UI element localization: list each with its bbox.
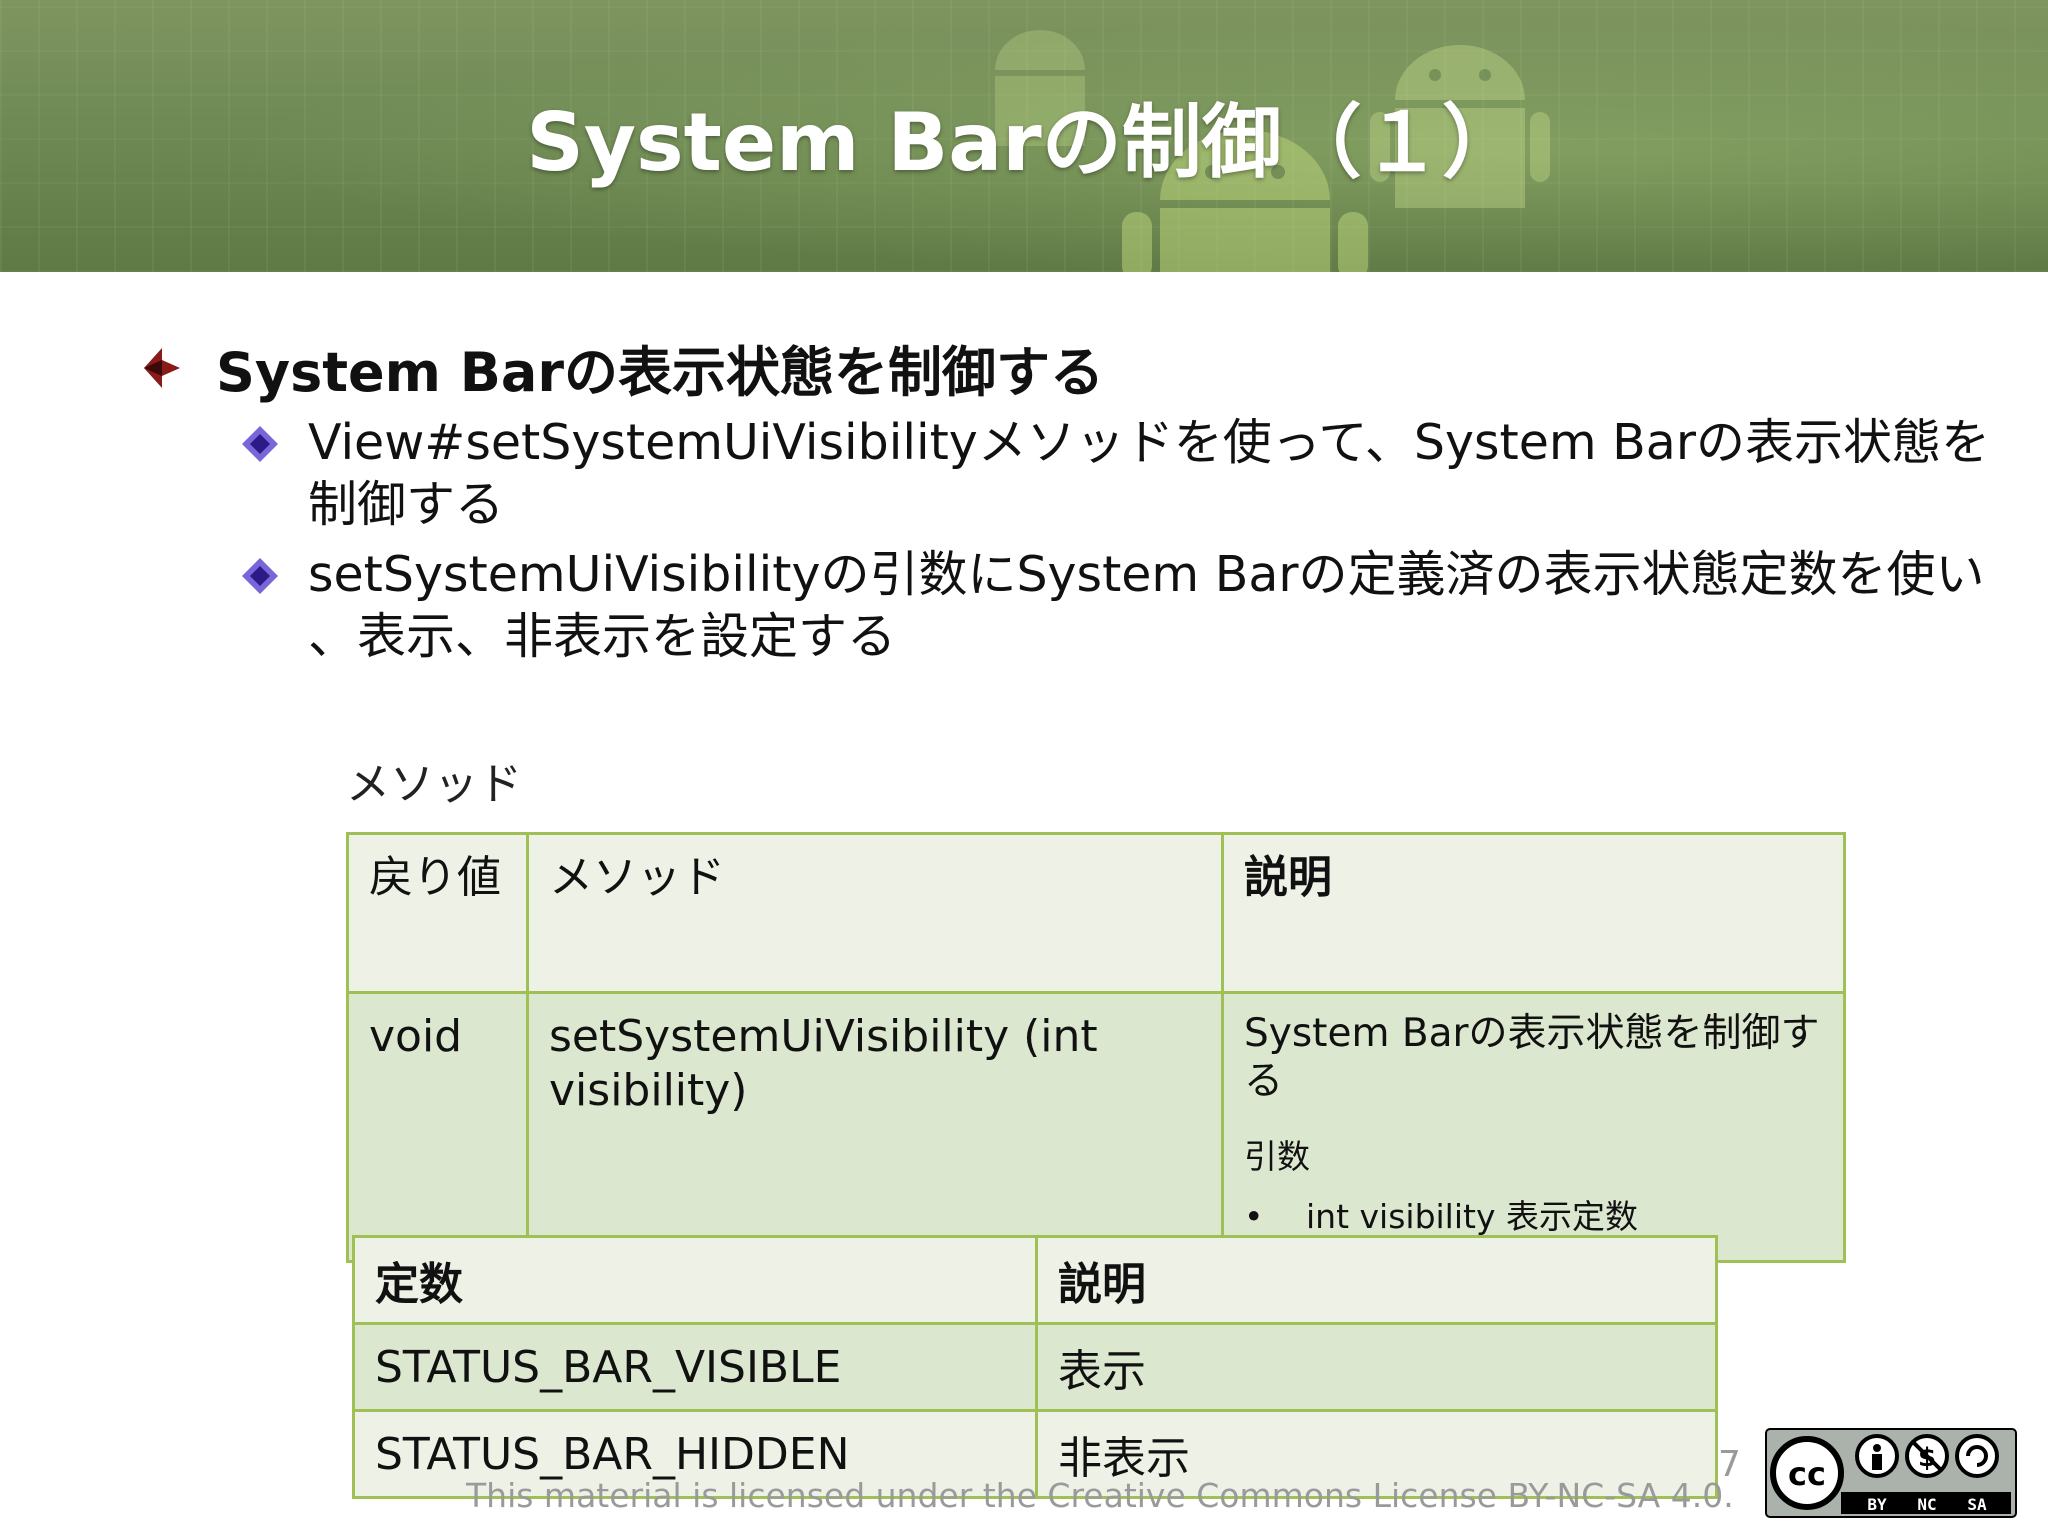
slide-header: System Barの制御（１） — [0, 0, 2048, 272]
main-bullet: System Barの表示状態を制御する — [140, 328, 1104, 407]
argument-label: 引数 — [1244, 1137, 1310, 1176]
diamond-bullet-icon — [242, 558, 278, 594]
sub-bullet-1-line2: 制御する — [308, 476, 505, 533]
header-description: 説明 — [1035, 1235, 1718, 1325]
table-caption: メソッド — [346, 759, 522, 810]
methods-table: 戻り値 メソッド 説明 void setSystemUiVisibility (… — [346, 832, 1846, 1263]
license-text: This material is licensed under the Crea… — [466, 1476, 1734, 1515]
sa-label: SA — [1967, 1495, 1987, 1514]
cc-label: cc — [1788, 1455, 1826, 1493]
main-bullet-text: System Barの表示状態を制御する — [216, 341, 1104, 404]
table-header-row: 戻り値 メソッド 説明 — [346, 832, 1846, 994]
cell-return: void — [346, 991, 529, 1263]
sub-bullet-1-line1: View#setSystemUiVisibilityメソッドを使って、Syste… — [308, 414, 1990, 471]
cell-description: 表示 — [1035, 1322, 1718, 1412]
arrow-bullet-icon — [144, 347, 180, 388]
table-row: void setSystemUiVisibility (int visibili… — [346, 991, 1846, 1263]
cc-license-badge: cc $ BY NC SA — [1765, 1428, 2017, 1518]
description-text: System Barの表示状態を制御する — [1244, 1011, 1820, 1104]
header-description: 説明 — [1221, 832, 1846, 994]
diamond-bullet-icon — [242, 426, 278, 462]
sub-bullet-2: setSystemUiVisibilityの引数にSystem Barの定義済の… — [240, 544, 2000, 668]
cell-description: System Barの表示状態を制御する 引数 • int visibility… — [1221, 991, 1846, 1263]
header-return-value: 戻り値 — [346, 832, 529, 994]
nc-label: NC — [1917, 1495, 1936, 1514]
table-header-row: 定数 説明 — [352, 1235, 1718, 1325]
by-label: BY — [1867, 1495, 1887, 1514]
cell-constant: STATUS_BAR_VISIBLE — [352, 1322, 1038, 1412]
constants-table: 定数 説明 STATUS_BAR_VISIBLE 表示 STATUS_BAR_H… — [352, 1235, 1718, 1499]
table-row: STATUS_BAR_VISIBLE 表示 — [352, 1322, 1718, 1412]
sub-bullet-1: View#setSystemUiVisibilityメソッドを使って、Syste… — [240, 412, 2000, 536]
header-constant: 定数 — [352, 1235, 1038, 1325]
slide-title: System Barの制御（１） — [526, 96, 1522, 189]
sub-bullet-2-line2: 、表示、非表示を設定する — [308, 608, 897, 665]
cell-method: setSystemUiVisibility (int visibility) — [526, 991, 1224, 1263]
sub-bullet-2-line1: setSystemUiVisibilityの引数にSystem Barの定義済の… — [308, 546, 1985, 603]
header-method: メソッド — [526, 832, 1224, 994]
